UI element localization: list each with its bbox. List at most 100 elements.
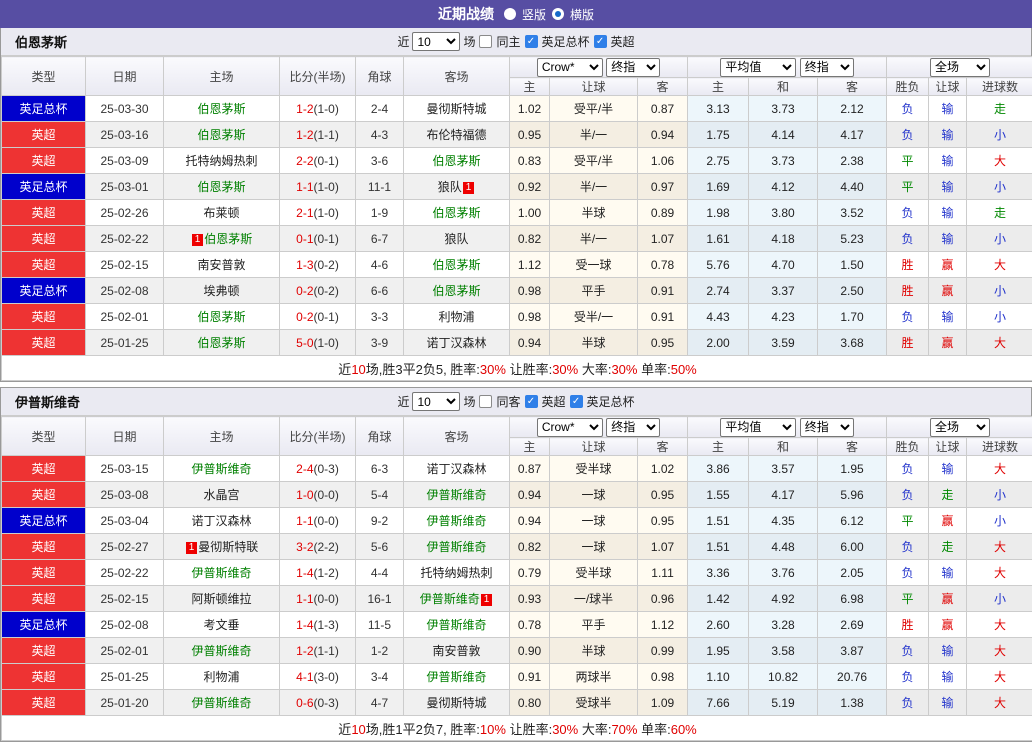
handicap-away-odds: 1.07 <box>638 534 688 560</box>
filter-checkbox-2[interactable]: ✓ <box>570 395 583 408</box>
team-name[interactable]: 伯恩茅斯 <box>197 310 245 324</box>
team-name[interactable]: 诺丁汉森林 <box>191 514 251 528</box>
score-cell: 2-2(0-1) <box>280 148 356 174</box>
team-name[interactable]: 伯恩茅斯 <box>204 232 252 246</box>
crow-select[interactable]: Crow* <box>537 418 603 437</box>
fulltime-score: 1-2 <box>296 644 313 658</box>
team-name[interactable]: 伯恩茅斯 <box>197 102 245 116</box>
handicap-line: 一球 <box>550 482 638 508</box>
team-name[interactable]: 伊普斯维奇 <box>426 618 486 632</box>
average-select[interactable]: 平均值 <box>720 58 796 77</box>
filter-checkbox-1[interactable]: ✓ <box>525 35 538 48</box>
filter-checkbox-1[interactable]: ✓ <box>525 395 538 408</box>
team-name[interactable]: 伯恩茅斯 <box>197 128 245 142</box>
team-name[interactable]: 狼队 <box>444 232 468 246</box>
team-name[interactable]: 伊普斯维奇 <box>191 696 251 710</box>
team-name[interactable]: 伊普斯维奇 <box>191 566 251 580</box>
team-name[interactable]: 伊普斯维奇 <box>426 540 486 554</box>
team-name[interactable]: 伯恩茅斯 <box>432 154 480 168</box>
result-goals: 小 <box>967 122 1032 148</box>
radio-horizontal[interactable] <box>552 8 564 20</box>
competition-badge: 英超 <box>2 122 86 148</box>
team-name[interactable]: 诺丁汉森林 <box>426 462 486 476</box>
fulltime-select[interactable]: 全场 <box>930 58 990 77</box>
team-name[interactable]: 曼彻斯特城 <box>426 696 486 710</box>
radio-vertical[interactable] <box>504 8 516 20</box>
filter-checkbox-label-2[interactable]: 英超 <box>611 33 635 50</box>
team-name[interactable]: 伯恩茅斯 <box>432 206 480 220</box>
final-odds-select[interactable]: 终指 <box>606 58 660 77</box>
final-odds-select-2[interactable]: 终指 <box>800 418 854 437</box>
crow-select[interactable]: Crow* <box>537 58 603 77</box>
team-name[interactable]: 布莱顿 <box>203 206 239 220</box>
handicap-away-odds: 0.89 <box>638 200 688 226</box>
match-count-select[interactable]: 10 <box>412 32 460 51</box>
filter-checkbox-label-0[interactable]: 同客 <box>496 393 520 410</box>
team-name[interactable]: 伊普斯维奇 <box>426 670 486 684</box>
handicap-home-odds: 0.94 <box>510 330 550 356</box>
team-name[interactable]: 南安普敦 <box>197 258 245 272</box>
team-name[interactable]: 埃弗顿 <box>203 284 239 298</box>
team-name[interactable]: 托特纳姆热刺 <box>420 566 492 580</box>
team-name[interactable]: 伯恩茅斯 <box>197 336 245 350</box>
team-name[interactable]: 伊普斯维奇 <box>426 514 486 528</box>
filter-checkbox-label-1[interactable]: 英足总杯 <box>542 33 590 50</box>
team-name[interactable]: 伊普斯维奇 <box>426 488 486 502</box>
filter-checkbox-0[interactable] <box>479 395 492 408</box>
team-name[interactable]: 利物浦 <box>438 310 474 324</box>
team-name[interactable]: 考文垂 <box>203 618 239 632</box>
halftime-score: (0-3) <box>314 696 339 710</box>
corner-count: 3-6 <box>356 148 404 174</box>
team-name[interactable]: 曼彻斯特城 <box>426 102 486 116</box>
handicap-line: 两球半 <box>550 664 638 690</box>
team-name[interactable]: 曼彻斯特联 <box>198 540 258 554</box>
col-header-5: 客场 <box>404 57 510 96</box>
filter-checkbox-0[interactable] <box>479 35 492 48</box>
team-name[interactable]: 阿斯顿维拉 <box>191 592 251 606</box>
team-name[interactable]: 托特纳姆热刺 <box>185 154 257 168</box>
avg-away-odds: 1.70 <box>818 304 887 330</box>
team-name[interactable]: 布伦特福德 <box>426 128 486 142</box>
fulltime-score: 2-2 <box>296 154 313 168</box>
home-team-cell: 水晶宫 <box>164 482 280 508</box>
radio-horizontal-label[interactable]: 横版 <box>570 6 594 23</box>
halftime-score: (0-0) <box>314 488 339 502</box>
team-name[interactable]: 利物浦 <box>203 670 239 684</box>
avg-draw-odds: 4.18 <box>749 226 818 252</box>
average-select[interactable]: 平均值 <box>720 418 796 437</box>
team-name[interactable]: 伊普斯维奇 <box>191 644 251 658</box>
team-name[interactable]: 南安普敦 <box>432 644 480 658</box>
result-wdl: 负 <box>887 304 929 330</box>
team-name[interactable]: 狼队 <box>438 180 462 194</box>
fulltime-header-group: 全场 <box>887 57 1032 78</box>
team-name[interactable]: 水晶宫 <box>203 488 239 502</box>
filter-checkbox-label-0[interactable]: 同主 <box>496 33 520 50</box>
fulltime-select[interactable]: 全场 <box>930 418 990 437</box>
fulltime-score: 1-2 <box>296 102 313 116</box>
team-name[interactable]: 伊普斯维奇 <box>191 462 251 476</box>
team-name[interactable]: 诺丁汉森林 <box>426 336 486 350</box>
fulltime-score: 1-0 <box>296 488 313 502</box>
filter-checkbox-label-1[interactable]: 英超 <box>542 393 566 410</box>
filter-checkbox-2[interactable]: ✓ <box>594 35 607 48</box>
result-handicap: 输 <box>929 456 967 482</box>
radio-vertical-label[interactable]: 竖版 <box>522 6 546 23</box>
team-name[interactable]: 伯恩茅斯 <box>432 258 480 272</box>
filter-checkbox-label-2[interactable]: 英足总杯 <box>587 393 635 410</box>
col-header-4: 角球 <box>356 417 404 456</box>
halftime-score: (1-0) <box>314 102 339 116</box>
avg-away-odds: 20.76 <box>818 664 887 690</box>
avg-home-odds: 1.75 <box>688 122 749 148</box>
home-team-cell: 1伯恩茅斯 <box>164 226 280 252</box>
corner-count: 4-4 <box>356 560 404 586</box>
team-name[interactable]: 伊普斯维奇 <box>420 592 480 606</box>
match-row: 英超25-03-09托特纳姆热刺2-2(0-1)3-6伯恩茅斯0.83受平/半1… <box>2 148 1032 174</box>
team-name[interactable]: 伯恩茅斯 <box>432 284 480 298</box>
sub-header-7: 让球 <box>929 78 967 96</box>
match-count-select[interactable]: 10 <box>412 392 460 411</box>
final-odds-select-2[interactable]: 终指 <box>800 58 854 77</box>
result-goals: 大 <box>967 330 1032 356</box>
home-team-cell: 利物浦 <box>164 664 280 690</box>
final-odds-select[interactable]: 终指 <box>606 418 660 437</box>
team-name[interactable]: 伯恩茅斯 <box>197 180 245 194</box>
